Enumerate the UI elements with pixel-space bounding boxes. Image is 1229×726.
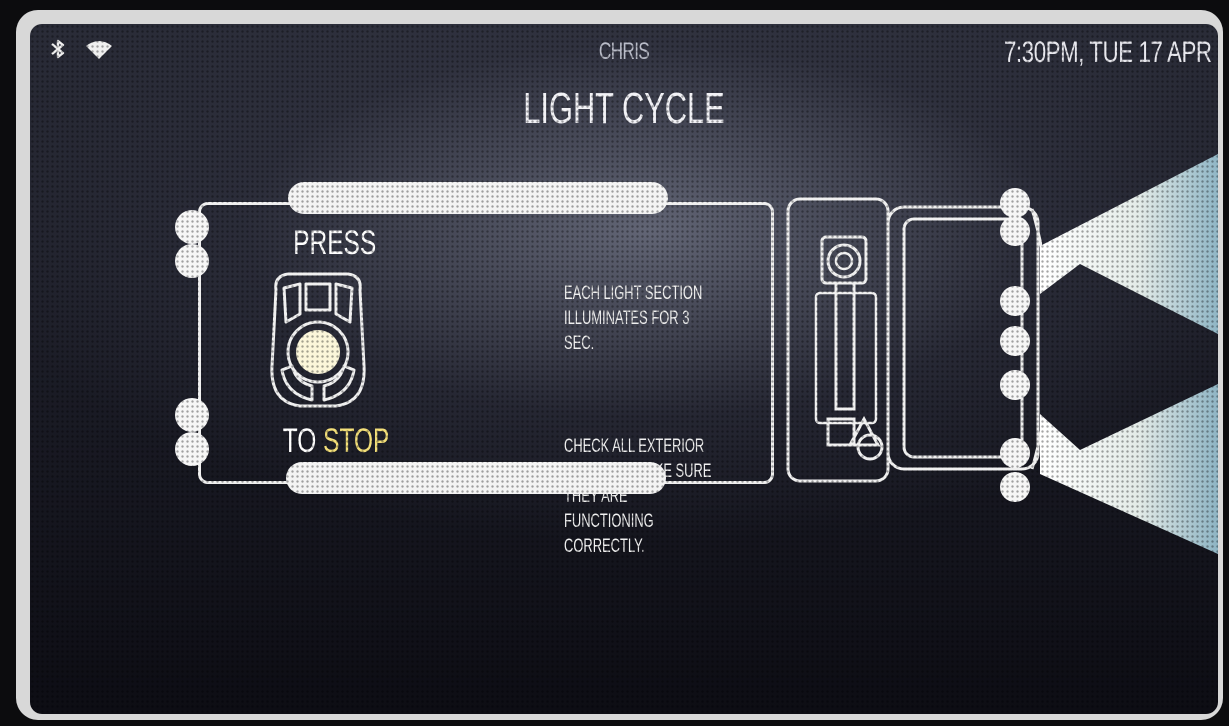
user-name: CHRIS xyxy=(598,38,650,65)
status-bar: CHRIS 7:30PM, TUE 17 APR xyxy=(30,24,1218,74)
controller-knob-icon xyxy=(270,272,366,408)
light-dot xyxy=(175,210,209,244)
headlight-dot xyxy=(1000,326,1030,356)
info-text: EACH LIGHT SECTION ILLUMINATES FOR 3 SEC… xyxy=(564,256,714,584)
headlight-dot xyxy=(1000,216,1030,246)
info-paragraph-timing: EACH LIGHT SECTION ILLUMINATES FOR 3 SEC… xyxy=(564,283,703,354)
info-gap xyxy=(564,381,714,409)
bluetooth-icon xyxy=(51,39,65,59)
page-title: LIGHT CYCLE xyxy=(523,84,725,133)
stop-label: STOP xyxy=(323,422,390,460)
headlight-dot xyxy=(1000,370,1030,400)
light-dot xyxy=(175,398,209,432)
press-label: PRESS xyxy=(293,224,377,262)
light-bar-top xyxy=(288,182,668,214)
headlight-beam-icon xyxy=(1040,154,1218,554)
light-dot xyxy=(175,244,209,278)
display-screen: CHRIS 7:30PM, TUE 17 APR LIGHT CYCLE PRE… xyxy=(30,24,1218,714)
headlight-dot xyxy=(1000,188,1030,218)
headlight-dot xyxy=(1000,472,1030,502)
headlight-dot xyxy=(1000,438,1030,468)
to-label: TO xyxy=(282,422,317,460)
to-stop-label: TO STOP xyxy=(282,422,390,461)
headlight-dot xyxy=(1000,286,1030,316)
light-dot xyxy=(175,432,209,466)
clock: 7:30PM, TUE 17 APR xyxy=(1004,36,1212,69)
info-paragraph-check: CHECK ALL EXTERIOR LIGHTS TO MAKE SURE T… xyxy=(564,436,712,557)
wifi-icon xyxy=(86,41,112,59)
